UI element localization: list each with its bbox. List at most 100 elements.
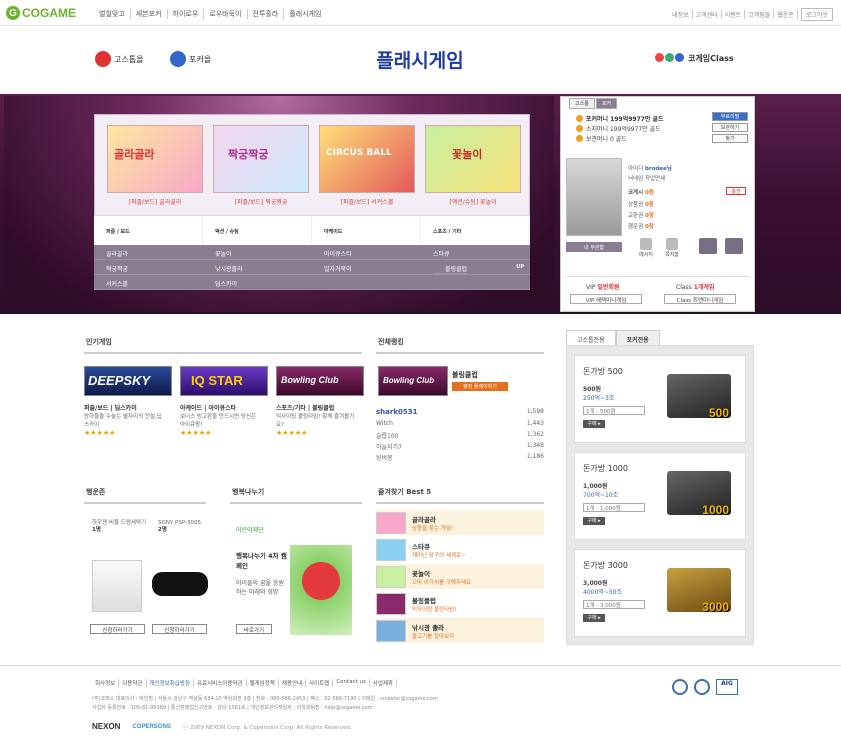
game-link[interactable]: 일자거북이 xyxy=(312,260,421,275)
game-icon xyxy=(376,565,406,588)
quantity-select[interactable]: 1개 - 3,000원 xyxy=(583,600,645,609)
mail-icon xyxy=(666,238,678,250)
ranking-thumb[interactable]: Bowling Club xyxy=(378,366,448,396)
apply-button[interactable]: 신청하러가기 xyxy=(152,624,207,634)
class-link[interactable]: 코게임Class xyxy=(655,53,734,64)
vip-status: VIP 일반회원 xyxy=(586,284,620,291)
game-caption[interactable]: [퍼즐/보드] 골라골라 xyxy=(107,197,203,206)
inbox-button[interactable]: 쪽지함 xyxy=(662,238,682,258)
cogame-cash: 코게시 0원 xyxy=(628,190,654,196)
rank-row: Witch 1,443 xyxy=(376,420,544,427)
go-button[interactable]: 바로가기 xyxy=(236,624,272,634)
game-caption[interactable]: [퍼즐/보드] 서커스볼 xyxy=(319,197,415,206)
tab-gostop[interactable]: 고스톱 xyxy=(569,98,595,109)
bookmark-item[interactable]: 골라골라 상품을 찾는 게임! xyxy=(376,510,544,535)
settings-button[interactable] xyxy=(724,238,744,255)
store-button[interactable]: 보관하기 xyxy=(712,123,748,132)
game-link[interactable]: 볼링클럽 UP xyxy=(421,260,530,275)
footer-link[interactable]: 사이트맵 xyxy=(306,679,334,687)
game-thumb[interactable]: Bowling Club xyxy=(276,366,364,396)
footer-link[interactable]: 유료서비스이용약관 xyxy=(194,679,247,687)
footer-link[interactable]: 회사정보 xyxy=(92,679,120,687)
nav-item[interactable]: 벌칠맞고 xyxy=(94,9,131,19)
footer-divider xyxy=(0,665,841,666)
friends-button[interactable] xyxy=(698,238,718,255)
locker-button[interactable]: 내 부관함 xyxy=(566,242,622,252)
bookmark-item[interactable]: 낚시광 졸라 물고기를 잡아보자 xyxy=(376,618,544,643)
apply-button[interactable]: 신청하러가기 xyxy=(90,624,145,634)
game-tile[interactable]: 꽃놀이 xyxy=(425,125,521,193)
game-link[interactable]: 서커스볼 xyxy=(94,275,203,290)
game-tile[interactable]: 골라골라 xyxy=(107,125,203,193)
message-button[interactable]: 메시지 xyxy=(636,238,656,258)
footer-link[interactable]: 사업제휴 xyxy=(370,679,398,687)
game-link[interactable] xyxy=(312,275,421,290)
nav-item[interactable]: 하이로우 xyxy=(168,9,205,19)
bookmark-item[interactable]: 스타큐 재미난 당구의 세계로~ xyxy=(376,537,544,562)
bookmark-title: 즐겨찾기 Best 5 xyxy=(378,488,432,496)
game-thumb[interactable]: IQ STAR xyxy=(180,366,268,396)
game-tile[interactable]: CIRCUS BALL xyxy=(319,125,415,193)
friends-icon xyxy=(699,238,717,254)
category-tab[interactable]: 아케이드 xyxy=(312,216,421,245)
cert-badge-icon[interactable] xyxy=(672,679,688,695)
divider xyxy=(84,352,362,354)
free-refill-button[interactable]: 무료리필 xyxy=(712,112,748,121)
category-tab[interactable]: 스포츠 / 기타 xyxy=(421,216,530,245)
quantity-select[interactable]: 1개 - 500원 xyxy=(583,406,645,415)
charge-button[interactable]: 충전 xyxy=(726,187,746,195)
quantity-select[interactable]: 1개 - 1,000원 xyxy=(583,503,645,512)
game-link[interactable]: 딥스카이 xyxy=(203,275,312,290)
game-link[interactable]: 꽃놀이 xyxy=(203,245,312,260)
game-icon xyxy=(376,619,406,642)
footer-link[interactable]: 채용안내 xyxy=(279,679,307,687)
game-link[interactable]: 짝궁짝궁 xyxy=(94,260,203,275)
game-link[interactable]: 낚시광졸라 xyxy=(203,260,312,275)
game-link[interactable]: 스타큐 xyxy=(421,245,530,260)
nav-item[interactable]: 전투홀라 xyxy=(248,9,285,19)
user-id: 아이디 brodee님 xyxy=(628,166,672,172)
copyright: ⓒ 2009 NEXON Corp. & Copersons Corp. All… xyxy=(182,724,352,731)
cert-badge-icon[interactable] xyxy=(694,679,710,695)
game-info: 퍼즐/보드 | 딥스카이 방하들을 수놓는 별자리의 전설,딥스카이 ★★★★★ xyxy=(84,405,164,437)
gostop-link[interactable]: 고스톱올 xyxy=(95,51,143,67)
game-caption[interactable]: [액션/슈팅] 꽃놀이 xyxy=(425,197,521,206)
vip-benefit-button[interactable]: VIP 혜택미니게임 xyxy=(570,294,642,304)
util-link[interactable]: 내정보 xyxy=(669,10,693,19)
util-link[interactable]: 고객센터 xyxy=(693,10,722,19)
logout-button[interactable]: 로그아웃 xyxy=(800,8,833,21)
bookmark-item[interactable]: 볼링클럽 익사이팅 볼링타임! xyxy=(376,591,544,616)
util-link[interactable]: 이벤트 xyxy=(722,10,746,19)
game-link[interactable] xyxy=(421,275,530,290)
game-caption[interactable]: [퍼즐/보드] 짝궁짝궁 xyxy=(213,197,309,206)
avatar xyxy=(566,158,622,236)
buy-button[interactable]: 구매 ▸ xyxy=(583,420,605,428)
game-thumb[interactable]: DEEPSKY xyxy=(84,366,172,396)
logo[interactable]: G COGAME xyxy=(6,6,76,20)
category-tab[interactable]: 퍼즐 / 보드 xyxy=(94,216,203,245)
category-tab[interactable]: 액션 / 슈팅 xyxy=(203,216,312,245)
nav-item[interactable]: 플래시게임 xyxy=(284,9,326,19)
bookmark-item[interactable]: 꽃놀이 꼬마 아가씨를 구해주세요 xyxy=(376,564,544,589)
game-link[interactable]: 아이큐스타 xyxy=(312,245,421,260)
footer-links: 회사정보 이용약관 개인정보취급방침 유료서비스이용약관 웹게임정책 채용안내 … xyxy=(92,679,398,687)
footer-link[interactable]: 이용약관 xyxy=(119,679,147,687)
footer-link[interactable]: 웹게임정책 xyxy=(247,679,279,687)
divider xyxy=(376,352,544,354)
ranking-play-button[interactable]: 랭킹 플레이하기 xyxy=(452,382,508,391)
game-link[interactable]: 골라골라 xyxy=(94,245,203,260)
buy-button[interactable]: 구매 ▸ xyxy=(583,614,605,622)
game-tile[interactable]: 짝궁짝궁 xyxy=(213,125,309,193)
util-link[interactable]: 고객팀들 xyxy=(745,10,775,19)
aig-badge[interactable]: AIG xyxy=(716,679,738,695)
tab-poker[interactable]: 포커 xyxy=(595,98,618,109)
class-benefit-button[interactable]: Class 최앤미니게임 xyxy=(664,294,736,304)
util-link[interactable]: 웹운존 xyxy=(774,10,798,19)
footer-link[interactable]: Contact us xyxy=(333,679,370,687)
nav-item[interactable]: 로우바둑이 xyxy=(204,9,248,19)
buy-button[interactable]: 구매 ▸ xyxy=(583,517,605,525)
withdraw-button[interactable]: 찾기 xyxy=(712,134,748,143)
nav-item[interactable]: 세븐포커 xyxy=(131,9,168,19)
footer-link[interactable]: 개인정보취급방침 xyxy=(147,679,194,687)
poker-link[interactable]: 포커올 xyxy=(170,51,211,67)
